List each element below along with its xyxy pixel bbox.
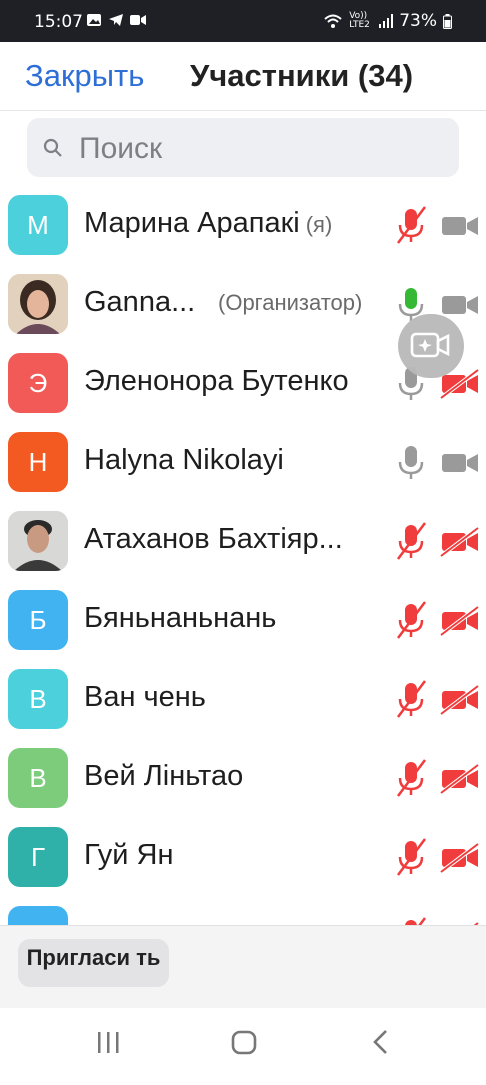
participant-row[interactable]: В Ван чень bbox=[0, 661, 486, 740]
recent-apps-icon[interactable] bbox=[98, 1032, 119, 1053]
avatar: М bbox=[8, 195, 68, 255]
camera-off-icon[interactable] bbox=[440, 764, 480, 794]
network-indicator: Vo)) LTE2 bbox=[349, 11, 370, 30]
close-button[interactable]: Закрыть bbox=[25, 58, 144, 94]
page-title: Участники (34) bbox=[190, 58, 414, 93]
telegram-icon bbox=[109, 14, 123, 26]
search-input[interactable]: Поиск bbox=[27, 118, 459, 177]
mic-muted-icon[interactable] bbox=[394, 679, 428, 719]
participant-row[interactable]: Б Бяньнаньнань bbox=[0, 582, 486, 661]
participant-name: Вей Ліньтао bbox=[84, 760, 244, 792]
search-icon bbox=[43, 138, 62, 157]
video-effects-icon bbox=[410, 332, 450, 358]
bottom-bar: Пригласи ть bbox=[0, 925, 486, 1008]
camera-icon[interactable] bbox=[440, 448, 480, 478]
home-icon[interactable] bbox=[231, 1030, 257, 1055]
participant-name: Атаханов Бахтіяр... bbox=[84, 523, 343, 555]
status-time: 15:07 bbox=[34, 12, 83, 32]
participant-row[interactable]: В Вей Ліньтао bbox=[0, 740, 486, 819]
wifi-icon bbox=[324, 14, 342, 28]
search-placeholder: Поиск bbox=[79, 132, 163, 165]
mic-muted-icon[interactable] bbox=[394, 837, 428, 877]
battery-percent: 73% bbox=[399, 11, 437, 31]
participant-row[interactable]: М Марина Арапакі (я) bbox=[0, 187, 486, 266]
mic-muted-icon[interactable] bbox=[394, 521, 428, 561]
participant-row[interactable]: Г Гуй Ян bbox=[0, 819, 486, 898]
status-right: Vo)) LTE2 73% bbox=[323, 11, 452, 31]
mic-muted-icon[interactable] bbox=[394, 758, 428, 798]
avatar: Б bbox=[8, 590, 68, 650]
avatar: Э bbox=[8, 353, 68, 413]
participant-name: Бяньнаньнань bbox=[84, 602, 277, 634]
participant-name: Ganna... bbox=[84, 286, 196, 318]
signal-icon bbox=[379, 14, 394, 28]
invite-button[interactable]: Пригласи ть bbox=[18, 939, 169, 987]
mic-muted-icon[interactable] bbox=[394, 205, 428, 245]
camera-off-icon[interactable] bbox=[440, 685, 480, 715]
floating-video-button[interactable] bbox=[398, 314, 464, 378]
avatar bbox=[8, 274, 68, 334]
nav-icons bbox=[98, 1030, 387, 1055]
back-icon[interactable] bbox=[373, 1030, 387, 1054]
participant-name: Гуй Ян bbox=[84, 839, 174, 871]
mic-icon[interactable] bbox=[394, 442, 428, 482]
notification-icons bbox=[86, 13, 146, 27]
camera-off-icon[interactable] bbox=[440, 527, 480, 557]
avatar-photo bbox=[8, 274, 68, 334]
self-tag: (я) bbox=[305, 212, 333, 237]
avatar: В bbox=[8, 669, 68, 729]
video-icon bbox=[130, 15, 146, 25]
mic-muted-icon[interactable] bbox=[394, 600, 428, 640]
avatar: Г bbox=[8, 827, 68, 887]
participant-name: Ван чень bbox=[84, 681, 206, 713]
camera-off-icon[interactable] bbox=[440, 843, 480, 873]
battery-icon bbox=[443, 13, 452, 29]
participant-row[interactable]: H Halyna Nikolayi bbox=[0, 424, 486, 503]
avatar: H bbox=[8, 432, 68, 492]
avatar bbox=[8, 511, 68, 571]
participant-row[interactable]: Атаханов Бахтіяр... bbox=[0, 503, 486, 582]
avatar: В bbox=[8, 748, 68, 808]
participant-name: Марина Арапакі (я) bbox=[84, 207, 332, 240]
avatar-photo bbox=[8, 511, 68, 571]
participant-name-text: Марина Арапакі bbox=[84, 207, 300, 239]
gallery-icon bbox=[87, 14, 101, 26]
camera-off-icon[interactable] bbox=[440, 606, 480, 636]
camera-icon[interactable] bbox=[440, 211, 480, 241]
system-nav-bar bbox=[0, 1008, 486, 1080]
participant-name: Halyna Nikolayi bbox=[84, 444, 284, 476]
host-role: (Организатор) bbox=[218, 290, 363, 315]
status-bar: 15:07 Vo)) LTE2 73% bbox=[0, 0, 486, 42]
header: Закрыть Участники (34) bbox=[0, 42, 486, 111]
participant-name: Эленонора Бутенко bbox=[84, 365, 349, 397]
